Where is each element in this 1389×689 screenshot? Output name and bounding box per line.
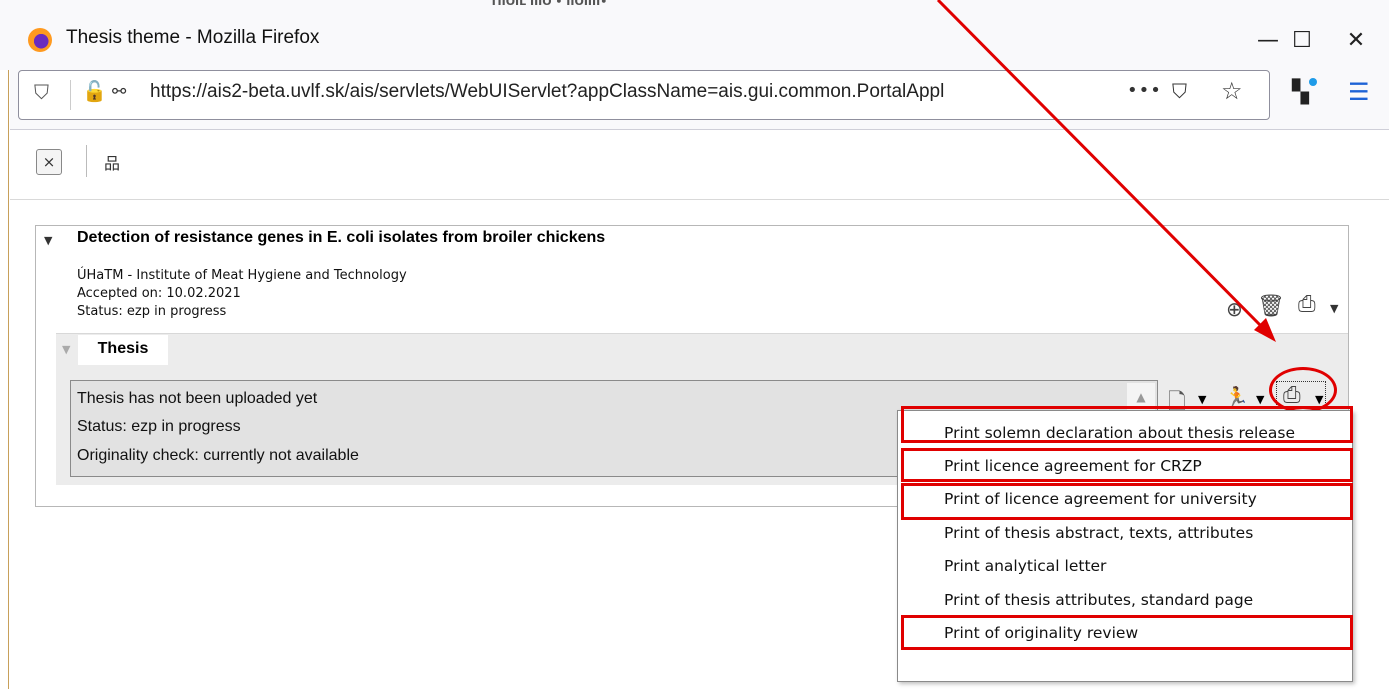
- thesis-accepted-date: Accepted on: 10.02.2021: [77, 286, 241, 301]
- menu-icon[interactable]: ☰: [1348, 78, 1370, 106]
- info-line: Thesis has not been uploaded yet: [77, 390, 318, 407]
- lock-warning-icon[interactable]: 🔓: [82, 79, 107, 103]
- more-dots-icon[interactable]: •••: [1127, 80, 1162, 101]
- url-separator: [70, 80, 71, 110]
- tab-thesis[interactable]: Thesis: [78, 335, 168, 365]
- window-left-edge: [0, 0, 9, 689]
- permissions-icon[interactable]: ⚯: [112, 82, 126, 102]
- annotation-highlight: [901, 448, 1353, 482]
- window-title: Thesis theme - Mozilla Firefox: [66, 27, 320, 48]
- firefox-logo-icon: [28, 28, 52, 52]
- chevron-down-icon[interactable]: ▼: [1198, 393, 1206, 406]
- thesis-institute: ÚHaTM - Institute of Meat Hygiene and Te…: [77, 268, 407, 283]
- trash-icon[interactable]: 🗑: [1257, 294, 1285, 319]
- shield-icon[interactable]: ⛉: [34, 80, 54, 104]
- menu-item-print-abstract[interactable]: Print of thesis abstract, texts, attribu…: [944, 524, 1253, 542]
- thesis-status: Status: ezp in progress: [77, 304, 227, 319]
- collapse-triangle-icon[interactable]: ▼: [44, 234, 52, 247]
- extension-badge: [1309, 78, 1317, 86]
- pocket-icon[interactable]: ⛉: [1172, 79, 1187, 103]
- close-window-button[interactable]: ✕: [1333, 22, 1379, 58]
- app-toolbar: [10, 130, 1389, 200]
- annotation-highlight: [901, 615, 1353, 650]
- annotation-highlight: [901, 483, 1353, 520]
- star-icon[interactable]: ☆: [1221, 77, 1243, 105]
- maximize-button[interactable]: ☐: [1280, 22, 1324, 58]
- info-line: Originality check: currently not availab…: [77, 447, 359, 464]
- toolbar-separator: [86, 145, 87, 177]
- menu-item-print-attributes[interactable]: Print of thesis attributes, standard pag…: [944, 591, 1253, 609]
- zoom-icon[interactable]: ⊕: [1226, 297, 1243, 321]
- close-button[interactable]: ×: [36, 149, 62, 175]
- chevron-down-icon[interactable]: ▼: [1330, 302, 1338, 315]
- menu-item-print-analytical-letter[interactable]: Print analytical letter: [944, 557, 1106, 575]
- tree-icon[interactable]: 品: [104, 150, 120, 174]
- extension-icon[interactable]: ▚: [1292, 80, 1309, 105]
- collapse-triangle-icon[interactable]: ▼: [62, 343, 70, 356]
- background-window-fragment: TIIOIL IIIO • IIOIIII•: [490, 0, 608, 8]
- thesis-title: Detection of resistance genes in E. coli…: [77, 229, 606, 246]
- url-text[interactable]: https://ais2-beta.uvlf.sk/ais/servlets/W…: [150, 81, 1125, 103]
- annotation-highlight: [901, 406, 1353, 443]
- chevron-down-icon[interactable]: ▼: [1256, 393, 1264, 406]
- print-icon[interactable]: ⎙: [1298, 292, 1316, 317]
- info-line: Status: ezp in progress: [77, 418, 241, 435]
